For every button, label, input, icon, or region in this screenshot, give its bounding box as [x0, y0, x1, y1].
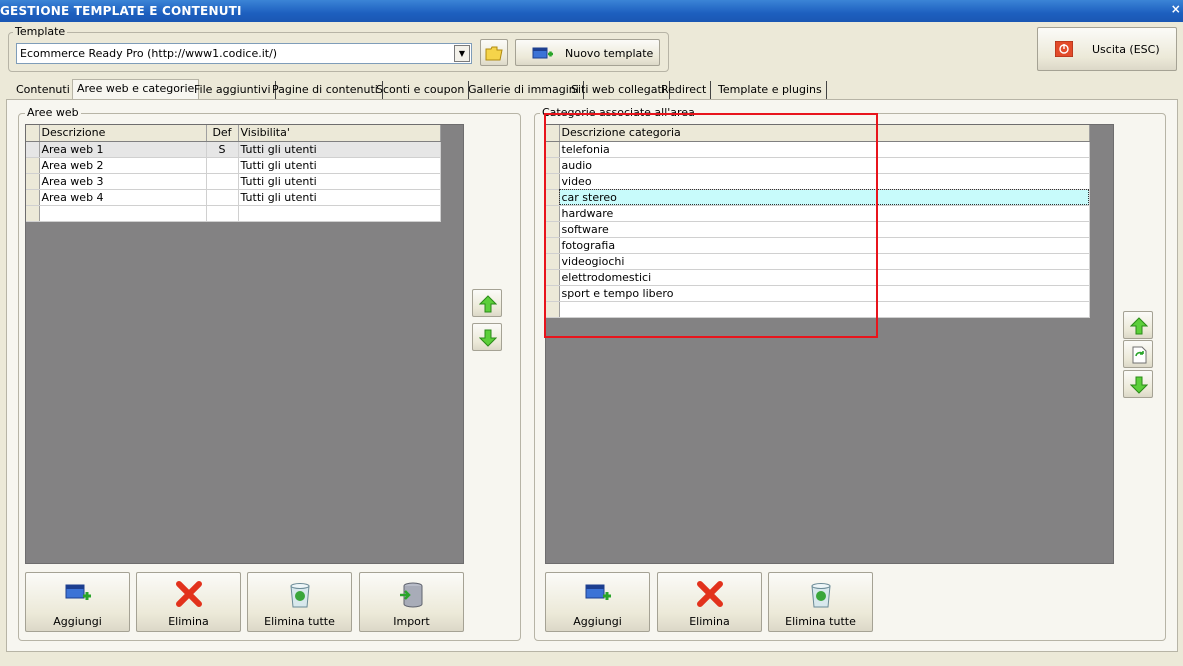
- arrow-down-icon: [1130, 376, 1148, 394]
- cell-visibilita[interactable]: Tutti gli utenti: [238, 173, 441, 190]
- tab-contenuti[interactable]: Contenuti: [12, 81, 75, 100]
- column-header-def[interactable]: Def: [206, 125, 239, 142]
- row-indicator[interactable]: [26, 157, 40, 174]
- highlight-box: [544, 113, 878, 338]
- add-window-icon: [585, 584, 611, 600]
- tab-sconti-coupon[interactable]: Sconti e coupon: [372, 81, 470, 100]
- open-folder-button[interactable]: [480, 39, 508, 66]
- cell-descrizione[interactable]: Area web 1: [39, 141, 207, 158]
- template-legend: Template: [13, 25, 68, 38]
- tab-aree-web-categorie[interactable]: Aree web e categorie: [72, 79, 200, 100]
- row-indicator[interactable]: [26, 205, 40, 222]
- arrow-up-icon: [479, 295, 497, 313]
- table-row[interactable]: Area web 3 Tutti gli utenti: [26, 173, 441, 190]
- tab-label: Template e plugins: [718, 83, 822, 96]
- delete-x-icon: [175, 581, 202, 607]
- tab-label: File aggiuntivi: [194, 83, 271, 96]
- action-label: Aggiungi: [53, 615, 102, 628]
- aggiungi-area-button[interactable]: Aggiungi: [25, 572, 130, 632]
- tab-label: Gallerie di immagini: [468, 83, 579, 96]
- grid-header-row: Descrizione Def Visibilita': [26, 125, 441, 142]
- column-header-descrizione[interactable]: Descrizione: [39, 125, 207, 142]
- cell-visibilita[interactable]: Tutti gli utenti: [238, 189, 441, 206]
- action-label: Import: [393, 615, 430, 628]
- category-move-down-button[interactable]: [1123, 370, 1153, 398]
- database-import-icon: [399, 582, 422, 608]
- row-indicator[interactable]: [26, 173, 40, 190]
- table-row[interactable]: Area web 2 Tutti gli utenti: [26, 157, 441, 174]
- action-label: Elimina tutte: [785, 615, 856, 628]
- title-bar: GESTIONE TEMPLATE E CONTENUTI ×: [0, 0, 1183, 22]
- action-label: Elimina: [168, 615, 209, 628]
- move-up-button[interactable]: [472, 289, 502, 317]
- close-icon[interactable]: ×: [1171, 2, 1181, 16]
- arrow-down-icon: [479, 329, 497, 347]
- row-indicator[interactable]: [26, 189, 40, 206]
- tab-template-plugins[interactable]: Template e plugins: [714, 81, 827, 100]
- power-icon: [1055, 41, 1073, 57]
- cell-visibilita[interactable]: [238, 205, 441, 222]
- action-label: Elimina: [689, 615, 730, 628]
- import-button[interactable]: Import: [359, 572, 464, 632]
- cell-def[interactable]: [206, 205, 239, 222]
- cell-def[interactable]: S: [206, 141, 239, 158]
- tab-label: Sconti e coupon: [376, 83, 465, 96]
- cell-visibilita[interactable]: Tutti gli utenti: [238, 157, 441, 174]
- refresh-page-icon: [1132, 346, 1147, 364]
- template-select[interactable]: Ecommerce Ready Pro (http://www1.codice.…: [16, 43, 472, 64]
- category-sort-button[interactable]: [1123, 340, 1153, 368]
- cell-descrizione[interactable]: Area web 3: [39, 173, 207, 190]
- row-indicator[interactable]: [26, 141, 40, 158]
- cell-def[interactable]: [206, 189, 239, 206]
- table-row[interactable]: Area web 4 Tutti gli utenti: [26, 189, 441, 206]
- tab-gallerie-immagini[interactable]: Gallerie di immagini: [464, 81, 584, 100]
- tab-redirect[interactable]: Redirect: [657, 81, 712, 100]
- arrow-up-icon: [1130, 317, 1148, 335]
- chevron-down-icon[interactable]: ▼: [454, 45, 470, 62]
- aree-web-grid[interactable]: Descrizione Def Visibilita' Area web 1 S…: [25, 124, 464, 564]
- tab-label: Pagine di contenuti: [272, 83, 378, 96]
- category-move-up-button[interactable]: [1123, 311, 1153, 339]
- tab-label: Contenuti: [16, 83, 70, 96]
- recycle-bin-icon: [810, 583, 831, 608]
- tab-pagine-contenuti[interactable]: Pagine di contenuti: [268, 81, 383, 100]
- cell-descrizione[interactable]: [39, 205, 207, 222]
- new-template-button[interactable]: Nuovo template: [515, 39, 660, 66]
- add-window-icon: [532, 47, 553, 59]
- exit-label: Uscita (ESC): [1092, 43, 1160, 56]
- tab-label: Redirect: [661, 83, 707, 96]
- tab-file-aggiuntivi[interactable]: File aggiuntivi: [190, 81, 276, 100]
- recycle-bin-icon: [289, 583, 310, 608]
- move-down-button[interactable]: [472, 323, 502, 351]
- cell-def[interactable]: [206, 157, 239, 174]
- new-template-label: Nuovo template: [565, 47, 654, 60]
- add-window-icon: [65, 584, 91, 600]
- elimina-tutte-aree-button[interactable]: Elimina tutte: [247, 572, 352, 632]
- cell-descrizione[interactable]: Area web 4: [39, 189, 207, 206]
- cell-descrizione[interactable]: Area web 2: [39, 157, 207, 174]
- tab-label: Aree web e categorie: [77, 82, 195, 95]
- elimina-tutte-categorie-button[interactable]: Elimina tutte: [768, 572, 873, 632]
- cell-def[interactable]: [206, 173, 239, 190]
- folder-icon: [485, 46, 503, 61]
- exit-button[interactable]: Uscita (ESC): [1037, 27, 1177, 71]
- delete-x-icon: [696, 581, 723, 607]
- action-label: Elimina tutte: [264, 615, 335, 628]
- elimina-categoria-button[interactable]: Elimina: [657, 572, 762, 632]
- tab-label: Siti web collegati: [571, 83, 665, 96]
- row-indicator-header: [26, 125, 40, 142]
- elimina-area-button[interactable]: Elimina: [136, 572, 241, 632]
- action-label: Aggiungi: [573, 615, 622, 628]
- template-select-value: Ecommerce Ready Pro (http://www1.codice.…: [20, 47, 278, 60]
- column-header-visibilita[interactable]: Visibilita': [238, 125, 441, 142]
- window-title: GESTIONE TEMPLATE E CONTENUTI: [0, 4, 242, 18]
- cell-visibilita[interactable]: Tutti gli utenti: [238, 141, 441, 158]
- table-row[interactable]: Area web 1 S Tutti gli utenti: [26, 141, 441, 158]
- aree-web-legend: Aree web: [25, 106, 81, 119]
- tab-siti-web-collegati[interactable]: Siti web collegati: [567, 81, 670, 100]
- aggiungi-categoria-button[interactable]: Aggiungi: [545, 572, 650, 632]
- table-row-new[interactable]: [26, 205, 441, 222]
